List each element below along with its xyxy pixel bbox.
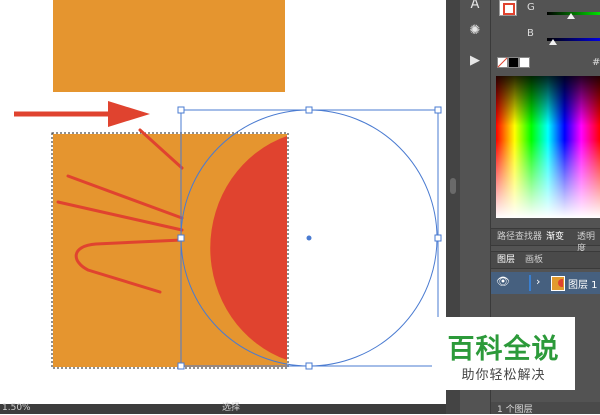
- status-bar: 1.50% 选择: [0, 403, 446, 414]
- artwork[interactable]: [0, 0, 446, 404]
- quick-swatches[interactable]: [497, 57, 537, 68]
- layer-thumbnail: [551, 276, 565, 291]
- layers-tabbar: 图层 画板: [491, 251, 600, 269]
- pathfinder-tabbar: 路径查找器 渐变 透明度: [491, 228, 600, 254]
- slider-g-label: G: [527, 2, 535, 13]
- layer-color-bar: [529, 275, 531, 291]
- slider-b-thumb[interactable]: [549, 39, 557, 45]
- artboard-canvas[interactable]: [0, 0, 446, 404]
- symbols-icon[interactable]: ✺: [464, 20, 486, 40]
- watermark-title: 百科全说: [447, 334, 560, 365]
- watermark: 百科全说 助你轻松解决: [432, 317, 575, 390]
- slider-g-thumb[interactable]: [567, 13, 575, 19]
- tab-layers[interactable]: 图层: [497, 254, 515, 266]
- layer-count: 1 个图层: [497, 405, 533, 415]
- color-spectrum[interactable]: [496, 76, 600, 218]
- layer-row[interactable]: 👁 › 图层 1: [491, 272, 600, 294]
- hex-label: #: [592, 57, 600, 68]
- slider-b-label: B: [527, 28, 534, 39]
- arrow-shape[interactable]: [14, 101, 150, 127]
- tab-artboards[interactable]: 画板: [525, 254, 543, 266]
- slider-b[interactable]: B: [497, 28, 600, 45]
- eye-icon[interactable]: 👁: [496, 275, 510, 288]
- layer-name[interactable]: 图层 1: [568, 276, 598, 291]
- chevron-right-icon[interactable]: ›: [536, 275, 540, 288]
- layers-footer: 1 个图层: [491, 402, 600, 415]
- zoom-readout[interactable]: 1.50%: [2, 403, 31, 413]
- type-icon[interactable]: A: [464, 0, 486, 14]
- scroll-grip[interactable]: [450, 178, 456, 194]
- tab-pathfinder[interactable]: 路径查找器: [497, 231, 542, 243]
- watermark-subtitle: 助你轻松解决: [461, 368, 546, 383]
- tool-mode: 选择: [222, 403, 241, 413]
- slider-g[interactable]: G: [497, 2, 600, 19]
- top-orange-rectangle[interactable]: [53, 0, 285, 92]
- play-icon[interactable]: ▶: [464, 50, 486, 70]
- tab-gradient[interactable]: 渐变: [546, 231, 564, 243]
